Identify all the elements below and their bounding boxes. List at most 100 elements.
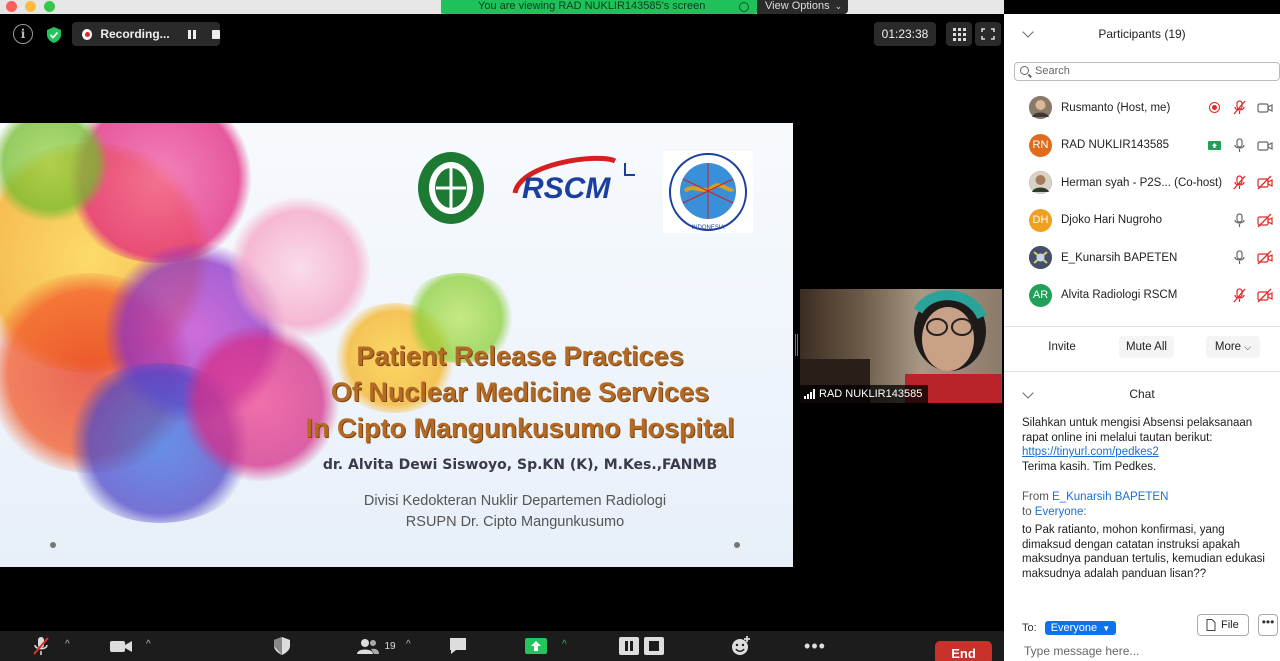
recipient-select-value: Everyone [1050, 622, 1098, 634]
file-button-label: File [1221, 619, 1239, 631]
fullscreen-icon[interactable] [975, 22, 1001, 46]
chat-sender-line: From E_Kunarsih BAPETEN to Everyone: [1022, 490, 1274, 519]
sender-name[interactable]: E_Kunarsih BAPETEN [1052, 491, 1168, 503]
divider [1004, 371, 1280, 372]
zoom-window-button[interactable] [44, 1, 55, 12]
recipient-name[interactable]: Everyone: [1035, 506, 1087, 518]
chevron-up-icon[interactable]: ^ [406, 639, 411, 650]
slide-corner-dot [734, 542, 740, 548]
start-video-button[interactable] [108, 631, 134, 661]
viewing-screen-banner: You are viewing RAD NUKLIR143585's scree… [441, 0, 757, 14]
shared-screen-slide: RSCM INDONESIA Patient Release Practices… [0, 123, 793, 567]
slide-corner-dot [50, 542, 56, 548]
gallery-view-icon[interactable] [946, 22, 972, 46]
security-button[interactable] [272, 631, 292, 661]
participant-row[interactable]: Herman syah - P2S... (Co-host) [1004, 164, 1280, 202]
slide-title-line: Of Nuclear Medicine Services [330, 377, 710, 407]
chat-button[interactable] [447, 631, 469, 661]
shield-icon [274, 637, 290, 655]
meeting-info-icon[interactable]: i [13, 24, 33, 44]
chat-input[interactable]: Type message here... [1024, 644, 1139, 658]
chevron-up-icon[interactable]: ^ [65, 639, 70, 650]
avatar: DH [1029, 208, 1052, 232]
participant-row[interactable]: E_Kunarsih BAPETEN [1004, 239, 1280, 277]
file-icon [1206, 619, 1216, 631]
chat-message: to Pak ratianto, mohon konfirmasi, yang … [1022, 524, 1265, 580]
chevron-up-icon[interactable]: ^ [146, 639, 151, 650]
chat-message-thanks: Terima kasih. Tim Pedkes. [1022, 460, 1157, 473]
speaker-name-label: RAD NUKLIR143585 [800, 385, 929, 403]
chat-messages: Silahkan untuk mengisi Absensi pelaksana… [1022, 416, 1274, 581]
more-options-icon[interactable]: ••• [803, 631, 827, 661]
pkni-logo-text: INDONESIA [691, 225, 724, 231]
divider [1004, 326, 1280, 327]
speaker-video-tile[interactable]: RAD NUKLIR143585 [800, 289, 1002, 403]
slide-title-line: Patient Release Practices [356, 341, 684, 371]
recording-label: Recording... [100, 27, 170, 41]
end-meeting-button[interactable]: End [935, 641, 992, 661]
chat-message: Silahkan untuk mengisi Absensi pelaksana… [1022, 416, 1274, 460]
slide-title-line: In Cipto Mangunkusumo Hospital [305, 413, 735, 443]
video-on-icon[interactable] [1257, 138, 1273, 153]
signal-strength-icon [804, 389, 815, 399]
participant-name: RAD NUKLIR143585 [1061, 139, 1170, 152]
close-window-button[interactable] [6, 1, 17, 12]
mic-muted-icon[interactable] [1232, 287, 1247, 303]
mic-muted-icon[interactable] [1232, 100, 1247, 115]
invite-button[interactable]: Invite [1035, 336, 1089, 358]
recording-indicator: Recording... [72, 22, 220, 46]
share-screen-button[interactable] [524, 631, 548, 661]
participants-header: Participants (19) [1004, 14, 1280, 54]
collapse-participants-icon[interactable] [1022, 26, 1034, 38]
chevron-up-icon[interactable]: ^ [562, 639, 567, 650]
to-label: to [1022, 505, 1032, 518]
participant-name: Djoko Hari Nugroho [1061, 214, 1162, 227]
mic-on-icon[interactable] [1232, 250, 1247, 265]
resize-handle[interactable] [795, 334, 798, 356]
participants-title: Participants (19) [1098, 27, 1186, 41]
rscm-logo-text: RSCM [522, 172, 611, 205]
pause-icon [619, 637, 639, 655]
recording-dot-icon [1207, 100, 1222, 115]
video-off-icon[interactable] [1257, 250, 1273, 265]
collapse-chat-icon[interactable] [1022, 387, 1034, 399]
mute-all-button[interactable]: Mute All [1119, 336, 1174, 358]
chat-link[interactable]: https://tinyurl.com/pedkes2 [1022, 446, 1159, 458]
main-video-area: i Recording... 01:23:38 RSCM INDONESIA P… [0, 14, 1004, 631]
mic-on-icon[interactable] [1232, 137, 1247, 153]
stop-recording-button[interactable] [643, 631, 665, 661]
more-button[interactable]: More ⌵ [1206, 336, 1260, 358]
pause-recording-button[interactable] [618, 631, 640, 661]
chevron-down-icon: ⌵ [1244, 342, 1252, 352]
participants-button[interactable] [356, 631, 380, 661]
participant-row[interactable]: AR Alvita Radiologi RSCM [1004, 277, 1280, 315]
avatar: RN [1029, 133, 1052, 157]
participant-name: Alvita Radiologi RSCM [1061, 289, 1178, 302]
reactions-button[interactable] [730, 631, 752, 661]
recipient-select[interactable]: Everyone ▼ [1044, 621, 1117, 635]
stop-recording-icon[interactable] [211, 29, 220, 39]
mic-on-icon[interactable] [1232, 212, 1247, 228]
participant-row[interactable]: DH Djoko Hari Nugroho [1004, 202, 1280, 240]
view-options-button[interactable]: View Options ⌄ [757, 0, 848, 14]
mute-mic-button[interactable] [29, 631, 53, 661]
participants-search-input[interactable]: Search [1014, 62, 1280, 81]
chat-more-icon[interactable]: ••• [1258, 614, 1278, 636]
video-on-icon[interactable] [1257, 100, 1273, 115]
minimize-window-button[interactable] [25, 1, 36, 12]
participant-row[interactable]: Rusmanto (Host, me) [1004, 89, 1280, 127]
recording-dot-icon [82, 28, 93, 40]
video-off-icon[interactable] [1257, 213, 1273, 228]
video-off-icon[interactable] [1257, 175, 1273, 190]
participant-name: Herman syah - P2S... (Co-host) [1061, 176, 1223, 189]
security-shield-icon[interactable] [43, 24, 65, 46]
file-button[interactable]: File [1197, 614, 1249, 636]
mic-muted-icon[interactable] [1232, 175, 1247, 190]
share-screen-icon [525, 638, 547, 654]
participants-count: 19 [384, 640, 396, 652]
sharing-screen-icon [1207, 138, 1222, 153]
pause-recording-icon[interactable] [187, 29, 196, 39]
participants-list: Rusmanto (Host, me) RN RAD NUKLIR143585 … [1004, 89, 1280, 325]
video-off-icon[interactable] [1257, 288, 1273, 303]
participant-row[interactable]: RN RAD NUKLIR143585 [1004, 127, 1280, 165]
